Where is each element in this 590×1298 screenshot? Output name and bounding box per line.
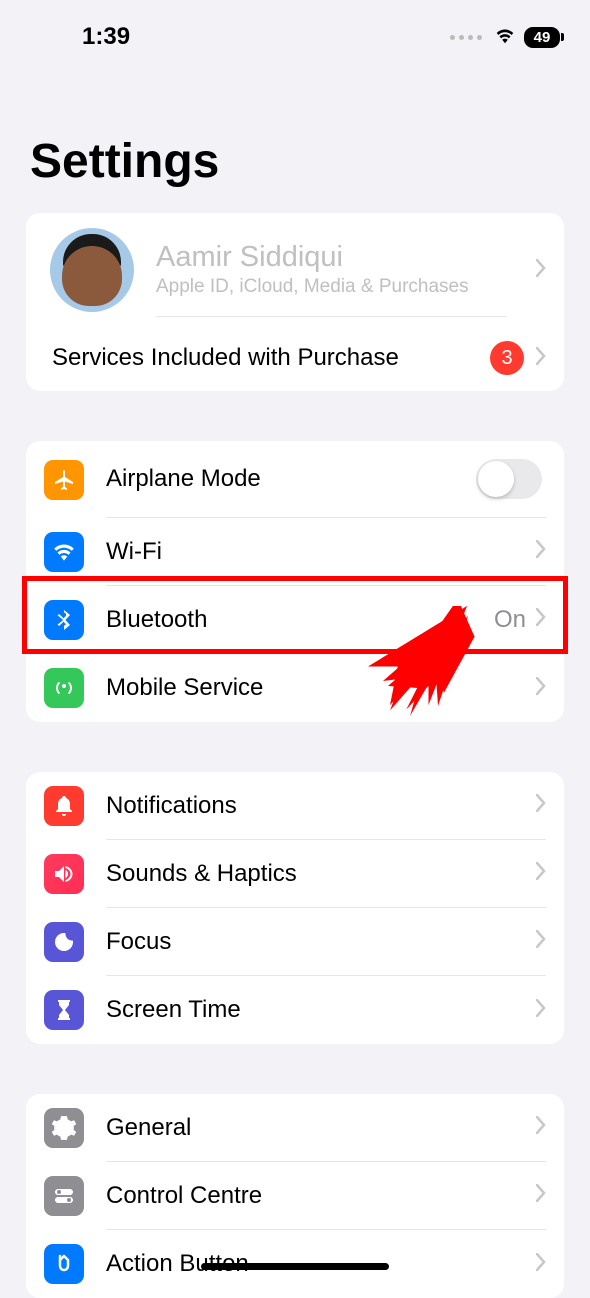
- profile-row[interactable]: Aamir Siddiqui Apple ID, iCloud, Media &…: [26, 213, 564, 327]
- antenna-icon: [44, 668, 84, 708]
- connectivity-section: Airplane Mode Wi-Fi Bluetooth On Mobile …: [26, 441, 564, 722]
- mobile-service-row[interactable]: Mobile Service: [26, 654, 564, 722]
- sounds-label: Sounds & Haptics: [106, 860, 536, 888]
- gear-icon: [44, 1108, 84, 1148]
- airplane-mode-row[interactable]: Airplane Mode: [26, 441, 564, 518]
- chevron-right-icon: [536, 1253, 546, 1276]
- airplane-label: Airplane Mode: [106, 465, 476, 493]
- action-button-icon: [44, 1244, 84, 1284]
- sounds-row[interactable]: Sounds & Haptics: [26, 840, 564, 908]
- hourglass-icon: [44, 990, 84, 1030]
- profile-name: Aamir Siddiqui: [156, 241, 506, 274]
- chevron-right-icon: [536, 347, 546, 370]
- chevron-right-icon: [536, 862, 546, 885]
- profile-subtitle: Apple ID, iCloud, Media & Purchases: [156, 276, 506, 298]
- page-title: Settings: [0, 56, 590, 213]
- chevron-right-icon: [536, 794, 546, 817]
- focus-row[interactable]: Focus: [26, 908, 564, 976]
- chevron-right-icon: [536, 540, 546, 563]
- control-centre-row[interactable]: Control Centre: [26, 1162, 564, 1230]
- airplane-icon: [44, 460, 84, 500]
- bluetooth-label: Bluetooth: [106, 606, 494, 634]
- wifi-icon: [44, 532, 84, 572]
- home-indicator[interactable]: [201, 1263, 389, 1270]
- wifi-row[interactable]: Wi-Fi: [26, 518, 564, 586]
- bluetooth-value: On: [494, 606, 526, 634]
- services-label: Services Included with Purchase: [52, 344, 478, 372]
- focus-label: Focus: [106, 928, 536, 956]
- toggles-icon: [44, 1176, 84, 1216]
- status-indicators: 49: [450, 26, 560, 49]
- screentime-row[interactable]: Screen Time: [26, 976, 564, 1044]
- airplane-toggle[interactable]: [476, 459, 542, 499]
- wifi-status-icon: [494, 26, 516, 49]
- profile-text: Aamir Siddiqui Apple ID, iCloud, Media &…: [156, 223, 506, 317]
- bell-icon: [44, 786, 84, 826]
- mobile-label: Mobile Service: [106, 674, 536, 702]
- chevron-right-icon: [536, 608, 546, 631]
- chevron-right-icon: [536, 1184, 546, 1207]
- screentime-label: Screen Time: [106, 996, 536, 1024]
- speaker-icon: [44, 854, 84, 894]
- battery-indicator: 49: [524, 27, 560, 48]
- status-time: 1:39: [82, 23, 130, 51]
- bluetooth-row[interactable]: Bluetooth On: [26, 586, 564, 654]
- attention-section: Notifications Sounds & Haptics Focus Scr…: [26, 772, 564, 1044]
- cellular-dots-icon: [450, 35, 482, 40]
- chevron-right-icon: [536, 999, 546, 1022]
- services-badge: 3: [490, 341, 524, 375]
- services-row[interactable]: Services Included with Purchase 3: [26, 327, 564, 391]
- status-bar: 1:39 49: [0, 0, 590, 56]
- general-row[interactable]: General: [26, 1094, 564, 1162]
- avatar: [50, 228, 134, 312]
- chevron-right-icon: [536, 259, 546, 282]
- chevron-right-icon: [536, 1116, 546, 1139]
- notifications-label: Notifications: [106, 792, 536, 820]
- chevron-right-icon: [536, 677, 546, 700]
- wifi-label: Wi-Fi: [106, 538, 536, 566]
- chevron-right-icon: [536, 930, 546, 953]
- general-label: General: [106, 1114, 536, 1142]
- notifications-row[interactable]: Notifications: [26, 772, 564, 840]
- moon-icon: [44, 922, 84, 962]
- bluetooth-icon: [44, 600, 84, 640]
- control-label: Control Centre: [106, 1182, 536, 1210]
- profile-section: Aamir Siddiqui Apple ID, iCloud, Media &…: [26, 213, 564, 391]
